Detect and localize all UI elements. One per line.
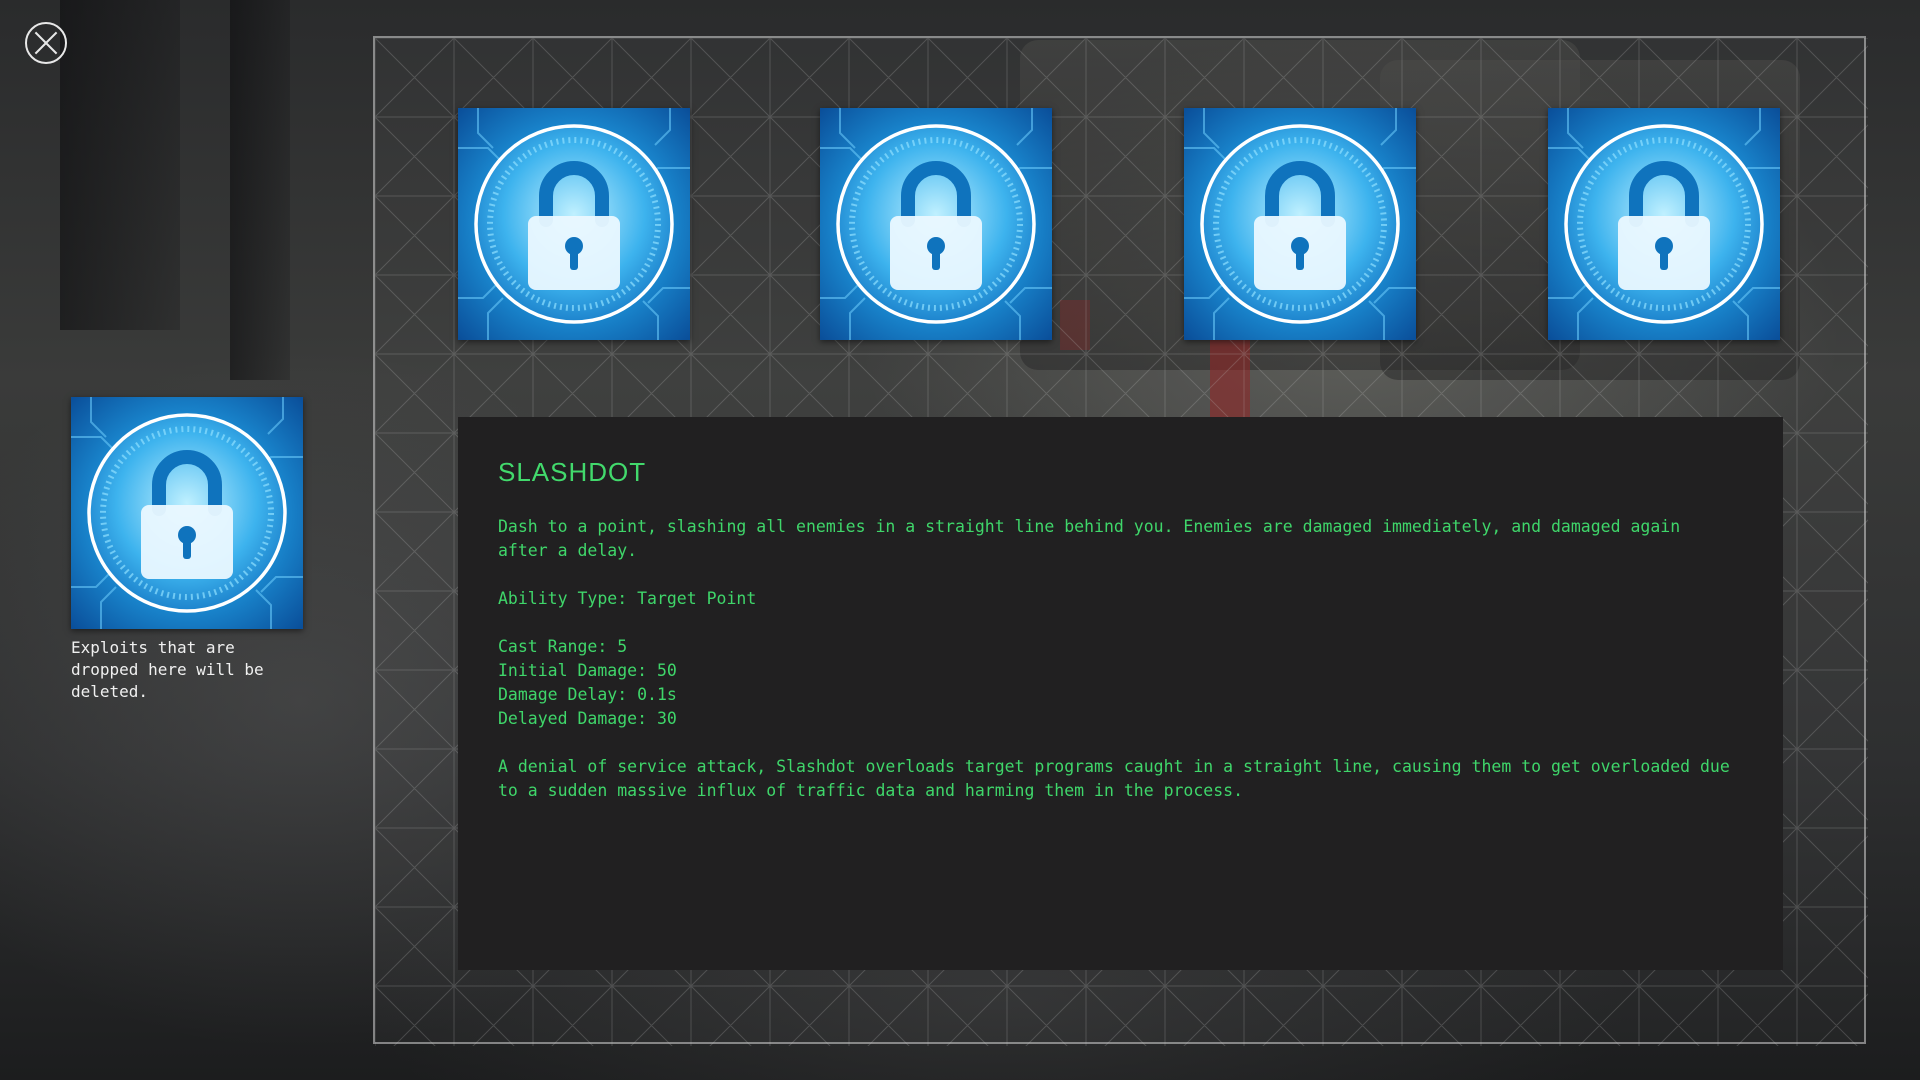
- lock-icon: [820, 108, 1052, 340]
- exploit-description-line: Ability Type: Target Point: [498, 589, 757, 608]
- exploit-description-line: A denial of service attack, Slashdot ove…: [498, 757, 1730, 776]
- lock-icon: [458, 108, 690, 340]
- exploit-description-line: to a sudden massive influx of traffic da…: [498, 781, 1244, 800]
- exploit-slot-2[interactable]: [820, 108, 1052, 340]
- lock-icon: [71, 397, 303, 629]
- exploit-description-line: Dash to a point, slashing all enemies in…: [498, 517, 1681, 536]
- exploit-description-line: [498, 731, 1743, 755]
- exploit-slot-4[interactable]: [1548, 108, 1780, 340]
- exploit-description-line: Initial Damage: 50: [498, 661, 677, 680]
- exploit-description-line: [498, 611, 1743, 635]
- delete-drop-zone[interactable]: [71, 397, 303, 629]
- exploit-info-panel: SLASHDOT Dash to a point, slashing all e…: [458, 417, 1783, 970]
- exploit-slot-3[interactable]: [1184, 108, 1416, 340]
- exploit-description-line: after a delay.: [498, 541, 638, 560]
- lock-icon: [1184, 108, 1416, 340]
- background-pillar: [230, 0, 290, 380]
- close-button[interactable]: [25, 22, 67, 64]
- exploit-description-line: Damage Delay: 0.1s: [498, 685, 677, 704]
- exploit-slot-1[interactable]: [458, 108, 690, 340]
- exploit-title: SLASHDOT: [498, 457, 647, 487]
- delete-zone-label: Exploits that are dropped here will be d…: [71, 638, 264, 701]
- exploit-description-line: [498, 563, 1743, 587]
- exploit-description-line: Cast Range: 5: [498, 637, 628, 656]
- exploit-description-line: Delayed Damage: 30: [498, 709, 677, 728]
- background-pillar: [60, 0, 180, 330]
- lock-icon: [1548, 108, 1780, 340]
- exploit-description: Dash to a point, slashing all enemies in…: [498, 515, 1743, 803]
